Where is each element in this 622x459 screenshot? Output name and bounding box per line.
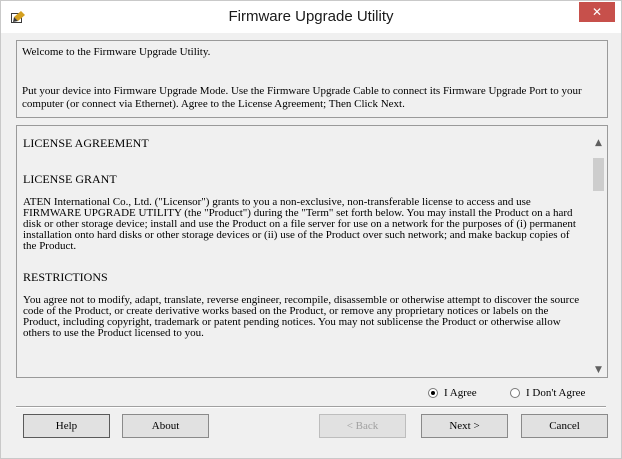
license-textbox[interactable]: LICENSE AGREEMENT LICENSE GRANT ATEN Int…	[16, 125, 608, 378]
agreement-options: I Agree I Don't Agree	[1, 387, 621, 403]
restrictions-text: You agree not to modify, adapt, translat…	[23, 294, 580, 339]
firmware-upgrade-window: Firmware Upgrade Utility ✕ Welcome to th…	[0, 0, 622, 459]
license-grant-text: ATEN International Co., Ltd. ("Licensor"…	[23, 196, 576, 252]
about-button[interactable]: About	[122, 414, 209, 438]
close-button[interactable]: ✕	[579, 2, 615, 22]
next-button[interactable]: Next >	[421, 414, 508, 438]
agree-radio[interactable]: I Agree	[428, 387, 477, 399]
cancel-button[interactable]: Cancel	[521, 414, 608, 438]
help-button[interactable]: Help	[23, 414, 110, 438]
radio-checked-icon	[428, 388, 438, 398]
scroll-thumb[interactable]	[593, 158, 604, 191]
chevron-up-icon[interactable]: ▲	[590, 136, 607, 150]
license-scrollbar[interactable]: ▲ ▼	[590, 126, 607, 377]
intro-panel: Welcome to the Firmware Upgrade Utility.…	[16, 40, 608, 118]
agree-label: I Agree	[444, 387, 477, 399]
welcome-text: Welcome to the Firmware Upgrade Utility.	[22, 46, 211, 58]
license-grant-heading: LICENSE GRANT	[23, 172, 117, 186]
back-button[interactable]: < Back	[319, 414, 406, 438]
restrictions-heading: RESTRICTIONS	[23, 270, 108, 284]
chevron-down-icon[interactable]: ▼	[590, 363, 607, 377]
radio-unchecked-icon	[510, 388, 520, 398]
disagree-radio[interactable]: I Don't Agree	[510, 387, 585, 399]
window-title: Firmware Upgrade Utility	[228, 8, 394, 25]
title-bar: Firmware Upgrade Utility ✕	[1, 1, 621, 33]
license-content: LICENSE AGREEMENT LICENSE GRANT ATEN Int…	[23, 136, 583, 339]
instructions-text: Put your device into Firmware Upgrade Mo…	[22, 85, 582, 110]
license-title: LICENSE AGREEMENT	[23, 136, 149, 150]
disagree-label: I Don't Agree	[526, 387, 586, 399]
close-icon: ✕	[591, 5, 603, 19]
button-divider	[16, 406, 606, 408]
